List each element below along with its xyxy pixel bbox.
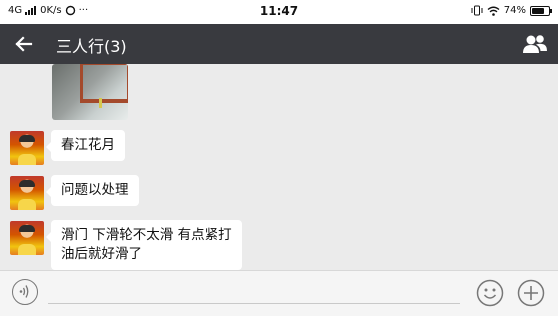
voice-input-icon[interactable] bbox=[12, 279, 38, 305]
message-bubble[interactable]: 春江花月 bbox=[46, 130, 125, 161]
status-bar: 4G 0K/s ··· 11:47 74% bbox=[0, 0, 558, 24]
message-input[interactable] bbox=[48, 303, 460, 304]
message-line: 滑门 下滑轮不太滑 有点紧打 bbox=[61, 227, 232, 243]
shared-photo[interactable] bbox=[52, 64, 128, 120]
chat-header: 三人行(3) bbox=[0, 24, 558, 64]
wifi-icon bbox=[487, 6, 500, 16]
chat-title: 三人行(3) bbox=[56, 37, 127, 56]
photo-door-frame bbox=[80, 64, 128, 103]
back-arrow-icon[interactable] bbox=[12, 32, 36, 56]
emoji-icon[interactable] bbox=[476, 279, 504, 307]
chat-area[interactable]: 春江花月 问题以处理 滑门 下滑轮不太滑 有点紧打 油后就好滑了 bbox=[0, 64, 558, 270]
battery-icon bbox=[530, 5, 552, 16]
child-avatar[interactable] bbox=[10, 221, 44, 255]
child-avatar[interactable] bbox=[10, 176, 44, 210]
message-bubble[interactable]: 滑门 下滑轮不太滑 有点紧打 油后就好滑了 bbox=[46, 220, 242, 270]
battery-percent: 74% bbox=[503, 5, 526, 16]
message-bubble[interactable]: 问题以处理 bbox=[46, 175, 139, 206]
child-avatar[interactable] bbox=[10, 131, 44, 165]
photo-object bbox=[99, 98, 102, 108]
input-bar bbox=[0, 270, 558, 316]
plus-icon[interactable] bbox=[517, 279, 545, 307]
group-members-icon[interactable] bbox=[522, 32, 548, 56]
status-right: 74% bbox=[471, 5, 552, 16]
vibrate-icon bbox=[471, 5, 483, 16]
voice-waves-icon bbox=[19, 285, 29, 298]
battery-level bbox=[532, 7, 544, 14]
message-line: 油后就好滑了 bbox=[61, 246, 142, 262]
